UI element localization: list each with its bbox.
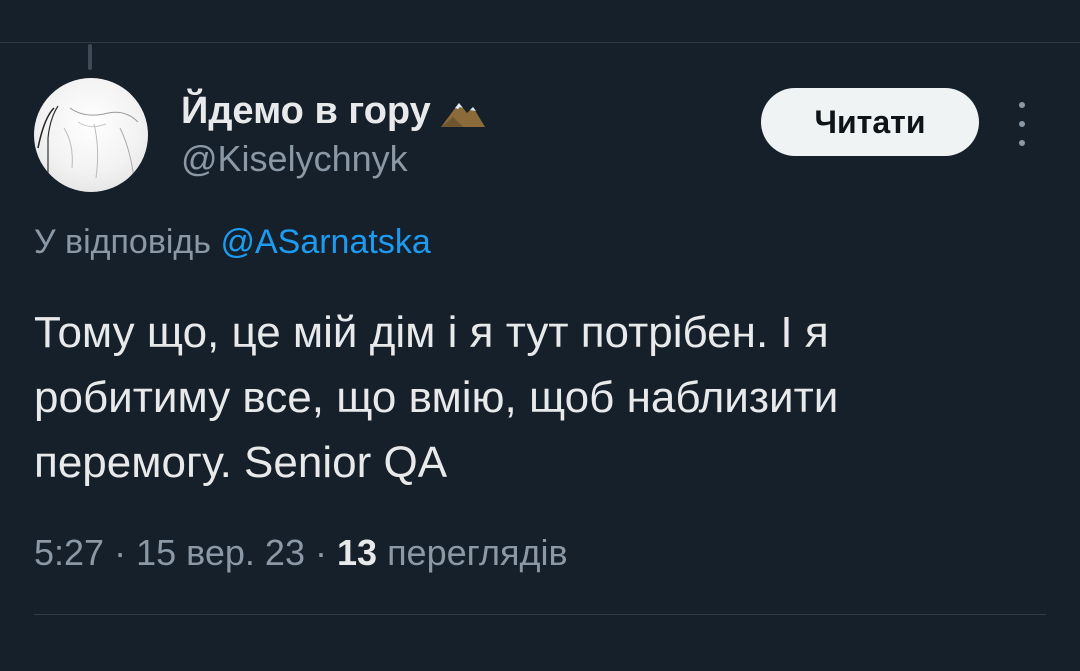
top-divider	[0, 42, 1080, 43]
views-label: переглядів	[387, 532, 568, 573]
bottom-divider	[34, 614, 1046, 615]
reply-mention-link[interactable]: @ASarnatska	[220, 223, 430, 261]
more-vertical-icon[interactable]	[1012, 102, 1032, 146]
display-name-text: Йдемо в гору	[181, 90, 431, 132]
thread-connector-line	[88, 44, 92, 70]
avatar-photo-icon	[37, 105, 139, 188]
author-handle[interactable]: @Kiselychnyk	[181, 138, 408, 180]
avatar[interactable]	[34, 78, 148, 192]
views-count: 13	[337, 532, 378, 573]
reply-prefix: У відповідь	[34, 223, 211, 261]
more-dot	[1019, 102, 1025, 108]
reply-context: У відповідь @ASarnatska	[34, 223, 431, 262]
tweet-time[interactable]: 5:27	[34, 532, 104, 573]
tweet-meta: 5:27 · 15 вер. 23 · 13 переглядів	[34, 532, 568, 574]
tweet-date[interactable]: 15 вер. 23	[136, 532, 305, 573]
author-display-name[interactable]: Йдемо в гору	[181, 90, 487, 133]
tweet-text: Тому що, це мій дім і я тут потрібен. І …	[34, 308, 839, 487]
more-dot	[1019, 140, 1025, 146]
mountain-icon	[439, 96, 487, 128]
meta-separator: ·	[114, 532, 127, 573]
more-dot	[1019, 121, 1025, 127]
meta-separator: ·	[314, 532, 327, 573]
follow-button[interactable]: Читати	[761, 88, 979, 156]
